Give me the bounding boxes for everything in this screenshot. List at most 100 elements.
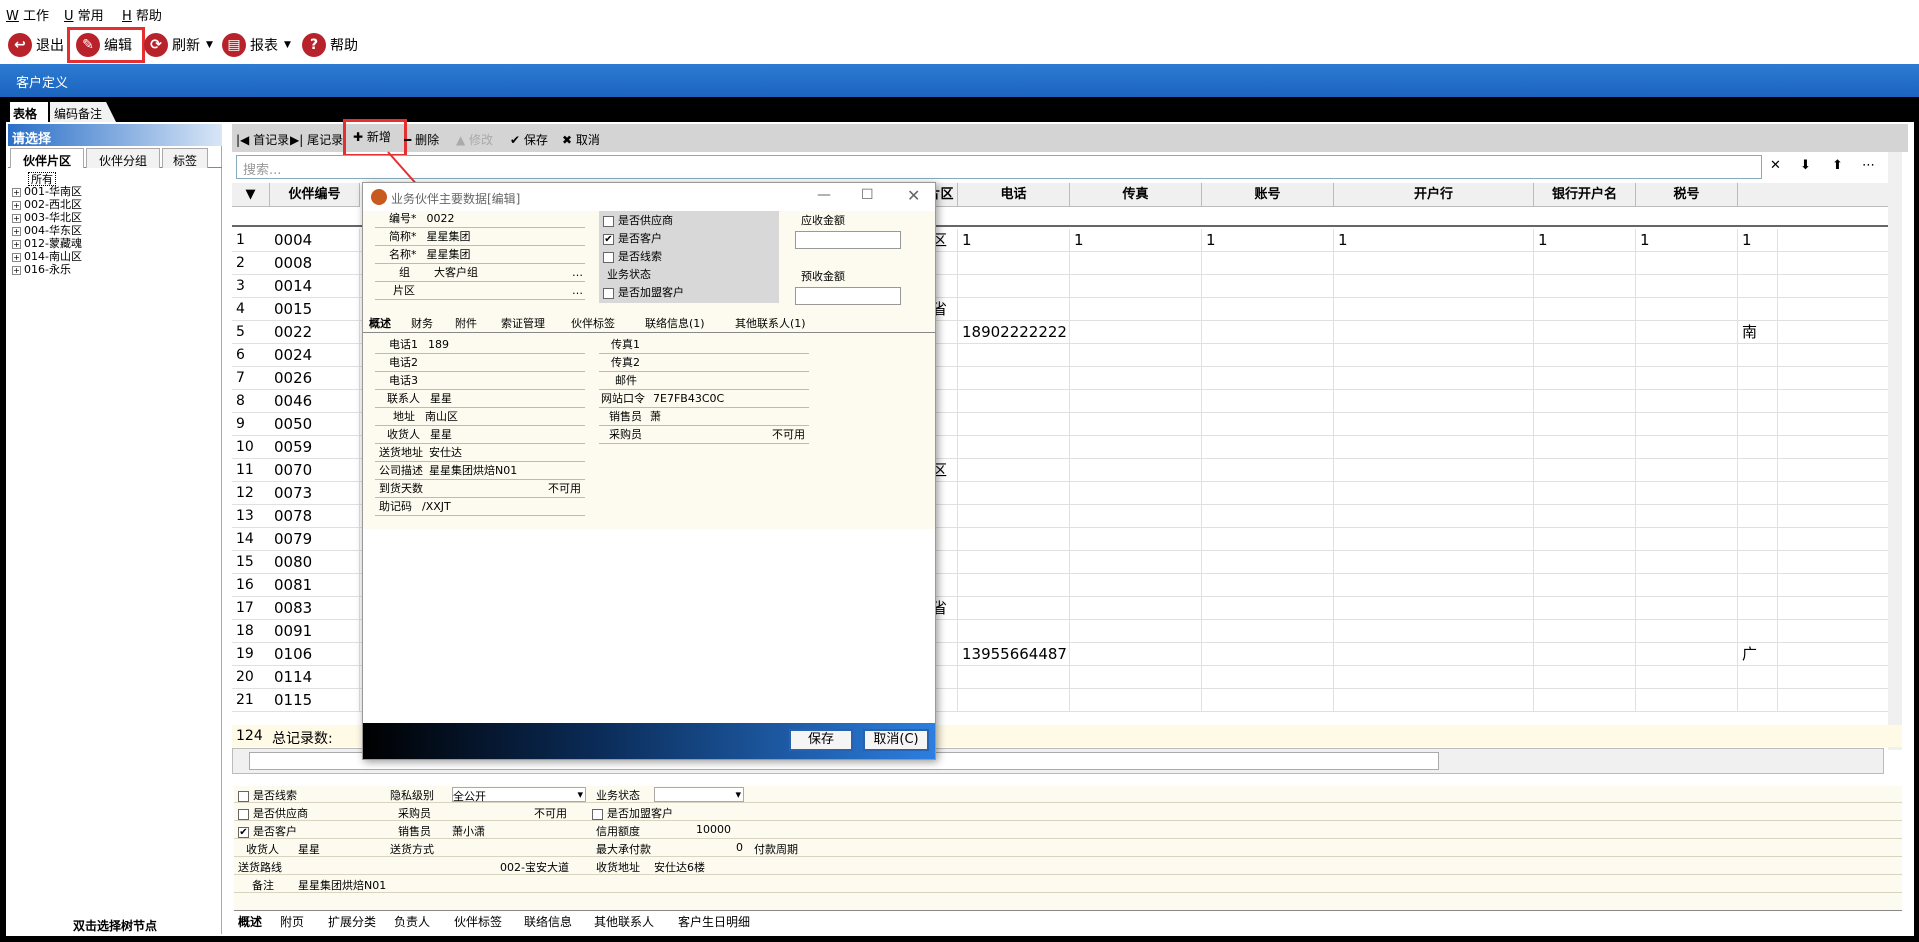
cell-acct[interactable] <box>1202 482 1334 505</box>
cell-tel[interactable] <box>958 528 1070 551</box>
tab-ext-category[interactable]: 扩展分类 <box>328 913 376 930</box>
more-icon[interactable]: ⋯ <box>1862 158 1875 173</box>
cell-acct[interactable] <box>1202 551 1334 574</box>
cell-bname[interactable] <box>1534 275 1636 298</box>
cell-tax[interactable] <box>1636 666 1738 689</box>
cell-fax[interactable] <box>1070 275 1202 298</box>
tab-partner-area[interactable]: 伙伴片区 <box>10 148 84 168</box>
cell-extra[interactable] <box>1738 344 1778 367</box>
tab-appendix[interactable]: 附页 <box>280 913 304 930</box>
biz-status-select[interactable]: ▾ <box>654 787 744 802</box>
cell-extra[interactable]: 1 <box>1738 229 1778 252</box>
ship-address-value[interactable]: 安仕达6楼 <box>654 859 705 875</box>
name-value[interactable]: 星星集团 <box>427 248 471 261</box>
cell-fax[interactable] <box>1070 505 1202 528</box>
cell-fax[interactable] <box>1070 436 1202 459</box>
cell-extra[interactable] <box>1738 275 1778 298</box>
cell-tel[interactable] <box>958 574 1070 597</box>
cell-extra[interactable] <box>1738 390 1778 413</box>
menu-help[interactable]: H 帮助 <box>122 5 162 24</box>
chevron-down-icon[interactable]: ▼ <box>284 40 291 50</box>
cell-code[interactable]: 0083 <box>270 597 360 620</box>
cell-extra[interactable] <box>1738 482 1778 505</box>
cell-tel[interactable] <box>958 551 1070 574</box>
cell-code[interactable]: 0091 <box>270 620 360 643</box>
cell-extra[interactable] <box>1738 436 1778 459</box>
cell-extra[interactable] <box>1738 597 1778 620</box>
cell-bname[interactable] <box>1534 252 1636 275</box>
tab-code-note[interactable]: 编码备注 <box>50 102 116 122</box>
cell-acct[interactable] <box>1202 298 1334 321</box>
cell-bank[interactable] <box>1334 505 1534 528</box>
cell-tel[interactable]: 18902222222 <box>958 321 1070 344</box>
dtab-finance[interactable]: 财务 <box>411 315 433 331</box>
dtab-overview[interactable]: 概述 <box>369 315 391 331</box>
column-header[interactable]: 银行开户名 <box>1534 183 1636 207</box>
last-record-button[interactable]: ▶| 尾记录 <box>290 131 343 148</box>
cell-bname[interactable] <box>1534 298 1636 321</box>
cell-acct[interactable] <box>1202 528 1334 551</box>
cell-code[interactable]: 0026 <box>270 367 360 390</box>
cell-acct[interactable] <box>1202 344 1334 367</box>
tree-node[interactable]: +016-永乐 <box>12 263 218 276</box>
cell-tel[interactable]: 1 <box>958 229 1070 252</box>
cell-extra[interactable] <box>1738 551 1778 574</box>
cell-bname[interactable] <box>1534 574 1636 597</box>
cell-code[interactable]: 0070 <box>270 459 360 482</box>
cell-tax[interactable] <box>1636 574 1738 597</box>
cell-extra[interactable] <box>1738 367 1778 390</box>
ship-address-value[interactable]: 安仕达 <box>429 446 462 459</box>
cell-fax[interactable] <box>1070 321 1202 344</box>
cell-bname[interactable] <box>1534 482 1636 505</box>
cell-fax[interactable] <box>1070 574 1202 597</box>
tree-node[interactable]: +003-华北区 <box>12 211 218 224</box>
short-name-value[interactable]: 星星集团 <box>427 230 471 243</box>
cell-acct[interactable] <box>1202 367 1334 390</box>
save-button[interactable]: ✔ 保存 <box>510 131 548 148</box>
is-supplier-checkbox[interactable]: 是否供应商 <box>238 805 308 821</box>
clear-icon[interactable]: ✕ <box>1770 158 1781 173</box>
cell-code[interactable]: 0079 <box>270 528 360 551</box>
tree-root[interactable]: 所有 <box>28 172 56 186</box>
cell-code[interactable]: 0022 <box>270 321 360 344</box>
cell-acct[interactable] <box>1202 574 1334 597</box>
cell-bank[interactable] <box>1334 574 1534 597</box>
cell-acct[interactable] <box>1202 459 1334 482</box>
cell-acct[interactable] <box>1202 505 1334 528</box>
cell-bname[interactable] <box>1534 367 1636 390</box>
tree-node[interactable]: +002-西北区 <box>12 198 218 211</box>
credit-value[interactable]: 10000 <box>696 823 731 836</box>
cell-tax[interactable] <box>1636 551 1738 574</box>
tab-partner-tags[interactable]: 伙伴标签 <box>454 913 502 930</box>
cell-tax[interactable] <box>1636 643 1738 666</box>
dtab-contact[interactable]: 联络信息(1) <box>645 315 705 331</box>
cell-bank[interactable] <box>1334 643 1534 666</box>
cell-code[interactable]: 0115 <box>270 689 360 712</box>
company-desc-value[interactable]: 星星集团烘焙N01 <box>429 464 517 477</box>
cell-tel[interactable]: 13955664487 <box>958 643 1070 666</box>
cell-acct[interactable] <box>1202 597 1334 620</box>
cell-acct[interactable] <box>1202 643 1334 666</box>
cell-bname[interactable] <box>1534 390 1636 413</box>
cell-fax[interactable]: 1 <box>1070 229 1202 252</box>
web-value[interactable]: 7E7FB43C0C <box>653 392 724 405</box>
cell-tax[interactable] <box>1636 482 1738 505</box>
cell-bank[interactable] <box>1334 436 1534 459</box>
expand-icon[interactable]: + <box>12 252 21 262</box>
cell-fax[interactable] <box>1070 482 1202 505</box>
cell-acct[interactable] <box>1202 252 1334 275</box>
dtab-attachment[interactable]: 附件 <box>455 315 477 331</box>
cell-fax[interactable] <box>1070 689 1202 712</box>
expand-icon[interactable]: + <box>12 200 21 210</box>
seller-value[interactable]: 萧 <box>650 410 661 423</box>
sales-value[interactable]: 萧小潇 <box>452 823 485 839</box>
dialog-cancel-button[interactable]: 取消(C) <box>863 729 929 751</box>
is-lead-checkbox[interactable]: 是否线索 <box>238 787 297 803</box>
tab-other-contacts[interactable]: 其他联系人 <box>594 913 654 930</box>
search-input[interactable]: 搜索... <box>236 155 1762 179</box>
is-customer-checkbox[interactable]: ✔ 是否客户 <box>238 823 297 839</box>
column-header[interactable]: 账号 <box>1202 183 1334 207</box>
cell-bank[interactable] <box>1334 459 1534 482</box>
menu-common[interactable]: U 常用 <box>64 5 104 24</box>
cell-tax[interactable] <box>1636 620 1738 643</box>
